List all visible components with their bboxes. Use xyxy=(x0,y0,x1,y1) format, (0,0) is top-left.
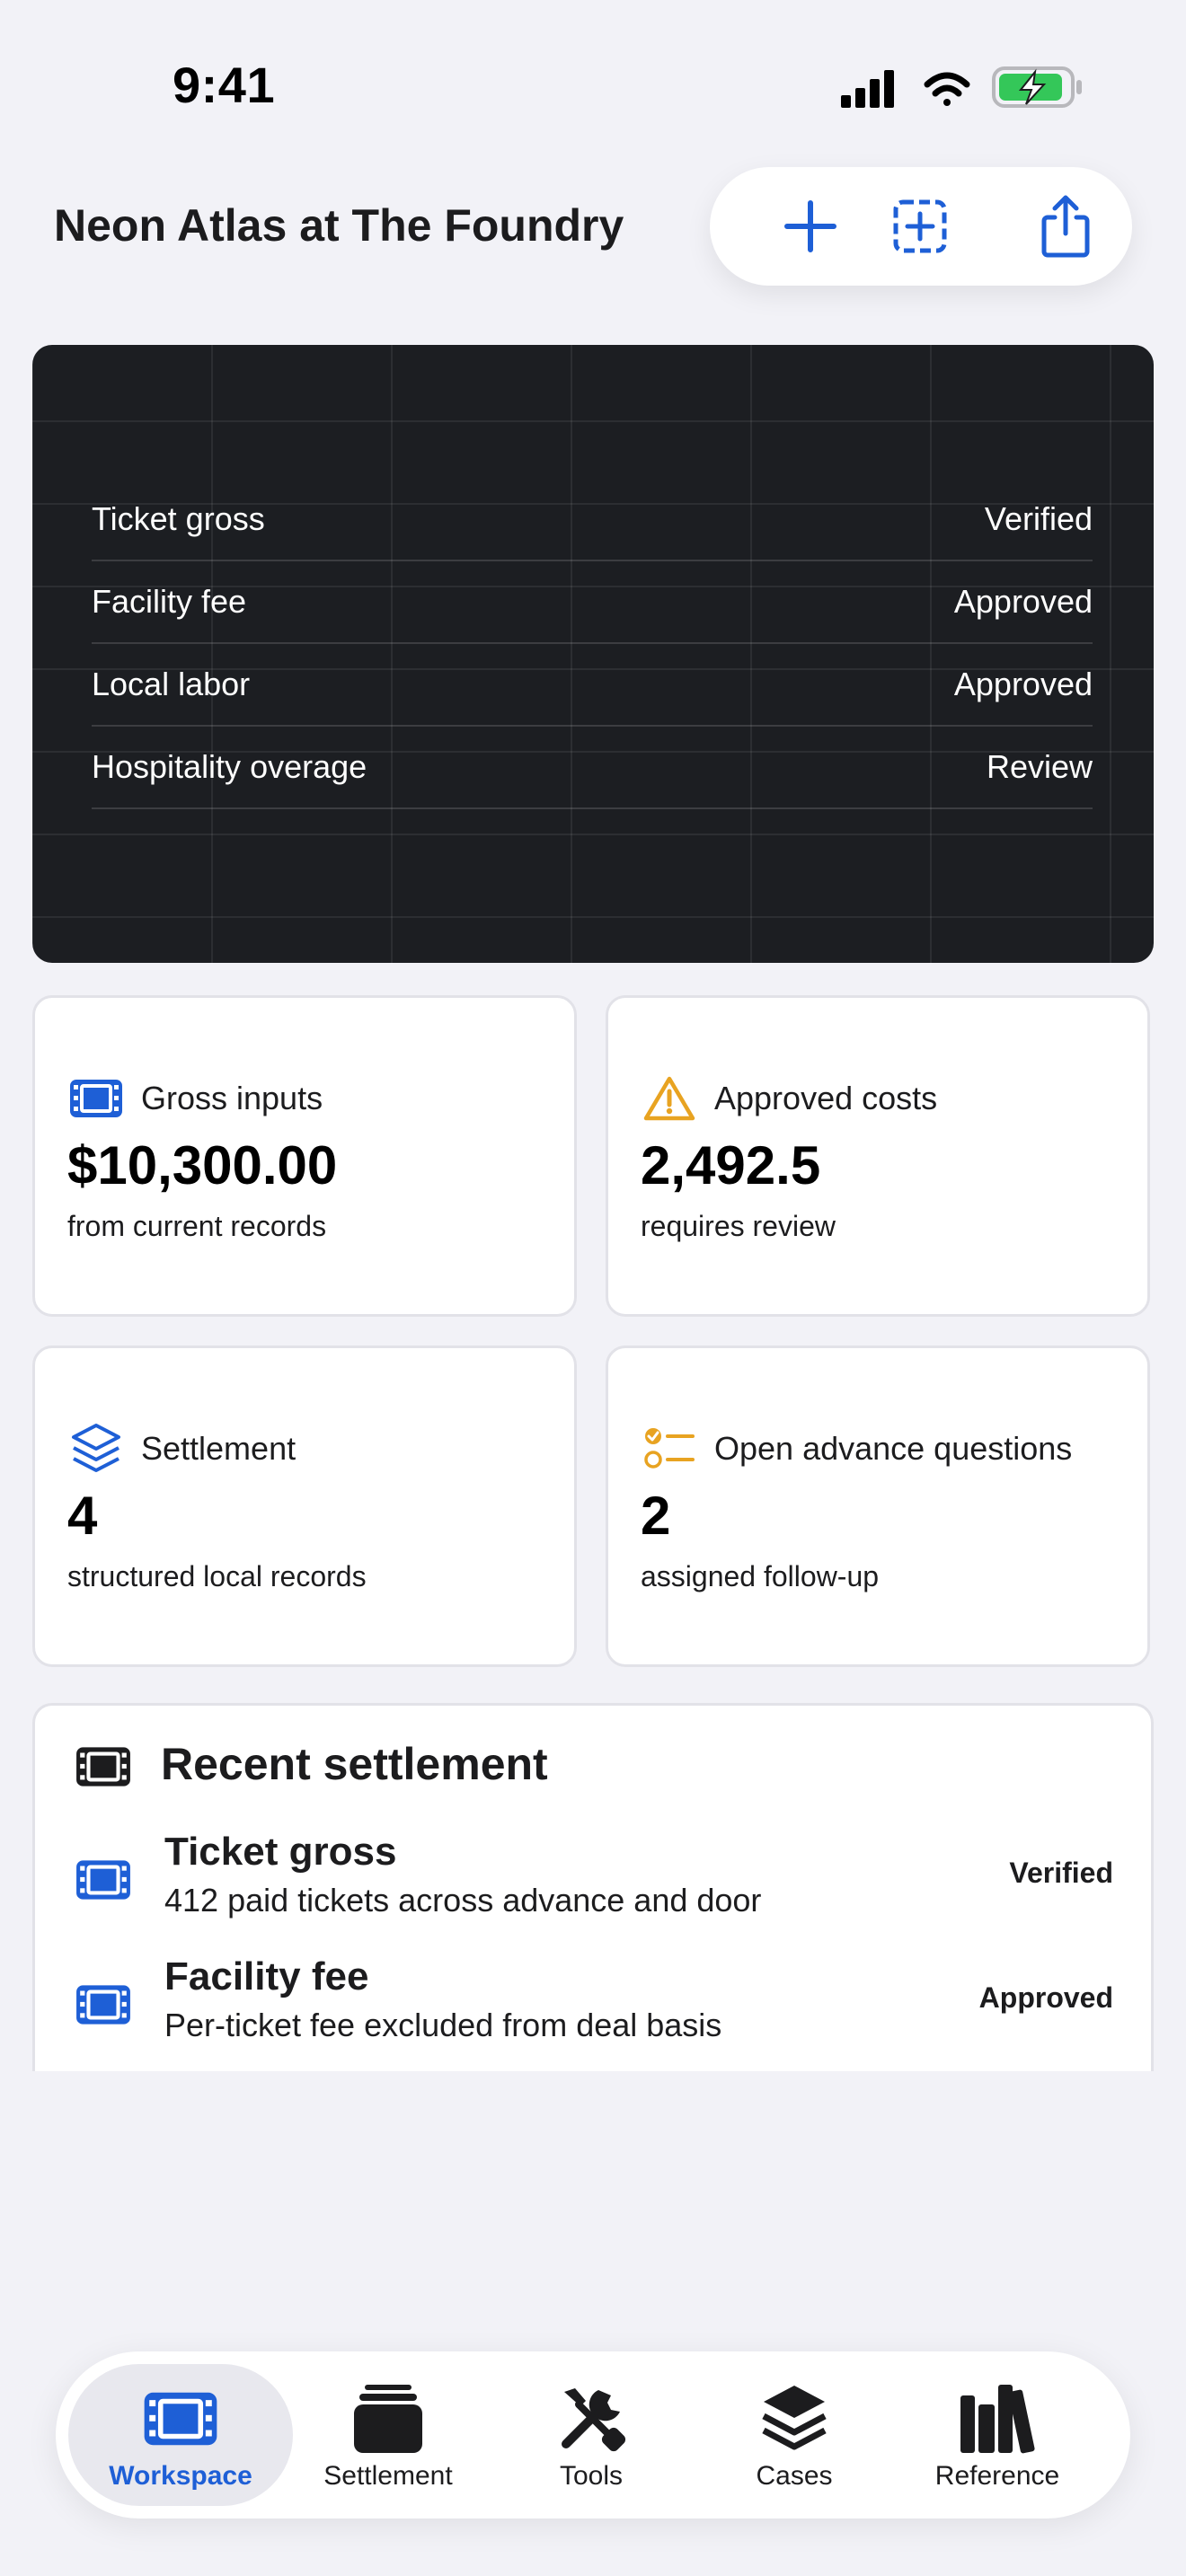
breakdown-status: Approved xyxy=(953,582,1093,620)
stat-subtitle: assigned follow-up xyxy=(641,1560,880,1592)
add-square-icon xyxy=(893,199,947,253)
tab-cases[interactable]: Cases xyxy=(682,2364,907,2506)
books-icon xyxy=(960,2385,1035,2454)
layers-icon xyxy=(67,1420,125,1478)
tab-settlement[interactable]: Settlement xyxy=(276,2364,500,2506)
item-subtitle: Per-ticket fee excluded from deal basis xyxy=(164,2007,722,2043)
battery-icon xyxy=(992,66,1082,108)
checklist-icon xyxy=(641,1420,698,1478)
breakdown-label: Hospitality overage xyxy=(92,747,367,785)
stack-icon xyxy=(354,2385,422,2453)
film-icon xyxy=(75,1983,132,2033)
add-button[interactable] xyxy=(771,187,850,266)
stat-label: Gross inputs xyxy=(141,1080,323,1116)
stat-card-approved-costs[interactable]: Approved costs 2,492.5 requires review xyxy=(606,995,1150,1317)
toolbar xyxy=(710,167,1132,286)
tab-bar: Workspace Settlement Tools Cases Referen… xyxy=(56,2351,1130,2519)
recent-settlement-card: Recent settlement Ticket gross 412 paid … xyxy=(32,1703,1154,2071)
status-badge: Approved xyxy=(978,1981,1113,2014)
warning-icon xyxy=(641,1070,698,1127)
stat-value: $10,300.00 xyxy=(67,1135,338,1195)
list-item[interactable]: Ticket gross 412 paid tickets across adv… xyxy=(35,1830,1151,1937)
film-icon xyxy=(75,1745,132,1793)
share-icon xyxy=(1041,195,1090,258)
breakdown-row: Facility fee Approved xyxy=(92,560,1093,644)
tab-workspace[interactable]: Workspace xyxy=(68,2364,293,2506)
breakdown-status: Verified xyxy=(984,499,1093,537)
tab-label: Workspace xyxy=(109,2461,252,2491)
settlement-breakdown-card: Ticket gross Verified Facility fee Appro… xyxy=(32,345,1154,963)
film-icon xyxy=(75,1858,132,1909)
film-icon xyxy=(144,2392,217,2446)
tab-reference[interactable]: Reference xyxy=(885,2364,1110,2506)
stat-card-settlement[interactable]: Settlement 4 structured local records xyxy=(32,1345,577,1667)
tab-label: Reference xyxy=(934,2461,1060,2491)
stat-value: 2 xyxy=(641,1486,671,1546)
item-title: Facility fee xyxy=(164,1954,369,1998)
breakdown-label: Facility fee xyxy=(92,582,247,620)
status-time: 9:41 xyxy=(173,57,276,113)
plus-icon xyxy=(784,200,836,252)
status-icons xyxy=(836,65,1084,110)
stat-value: 4 xyxy=(67,1486,98,1546)
breakdown-row: Ticket gross Verified xyxy=(92,478,1093,561)
stat-label: Settlement xyxy=(141,1430,296,1467)
stat-subtitle: structured local records xyxy=(67,1560,367,1592)
stat-card-open-questions[interactable]: Open advance questions 2 assigned follow… xyxy=(606,1345,1150,1667)
breakdown-status: Review xyxy=(986,747,1093,785)
breakdown-row: Local labor Approved xyxy=(92,643,1093,727)
stat-value: 2,492.5 xyxy=(641,1135,821,1195)
stat-card-gross-inputs[interactable]: Gross inputs $10,300.00 from current rec… xyxy=(32,995,577,1317)
breakdown-label: Local labor xyxy=(92,665,251,702)
list-item[interactable]: Facility fee Per-ticket fee excluded fro… xyxy=(35,1954,1151,2062)
breakdown-status: Approved xyxy=(953,665,1093,702)
tools-icon xyxy=(562,2388,626,2452)
film-icon xyxy=(67,1070,125,1127)
layers-icon xyxy=(762,2386,827,2450)
stat-subtitle: requires review xyxy=(641,1210,836,1242)
breakdown-row: Hospitality overage Review xyxy=(92,726,1093,809)
wifi-icon xyxy=(924,72,970,106)
new-item-button[interactable] xyxy=(881,187,960,266)
stat-subtitle: from current records xyxy=(67,1210,327,1242)
tab-label: Cases xyxy=(756,2461,833,2491)
tab-label: Settlement xyxy=(323,2461,453,2491)
section-title: Recent settlement xyxy=(161,1739,548,1789)
stat-label: Approved costs xyxy=(714,1080,938,1116)
status-badge: Verified xyxy=(1009,1857,1113,1889)
tab-label: Tools xyxy=(559,2461,624,2491)
share-button[interactable] xyxy=(1026,187,1105,266)
tab-tools[interactable]: Tools xyxy=(479,2364,704,2506)
item-subtitle: 412 paid tickets across advance and door xyxy=(164,1882,762,1919)
breakdown-label: Ticket gross xyxy=(92,499,265,537)
cellular-signal-icon xyxy=(841,70,894,108)
page-title: Neon Atlas at The Foundry xyxy=(54,200,624,251)
stat-label: Open advance questions xyxy=(714,1430,1073,1467)
item-title: Ticket gross xyxy=(164,1830,397,1874)
